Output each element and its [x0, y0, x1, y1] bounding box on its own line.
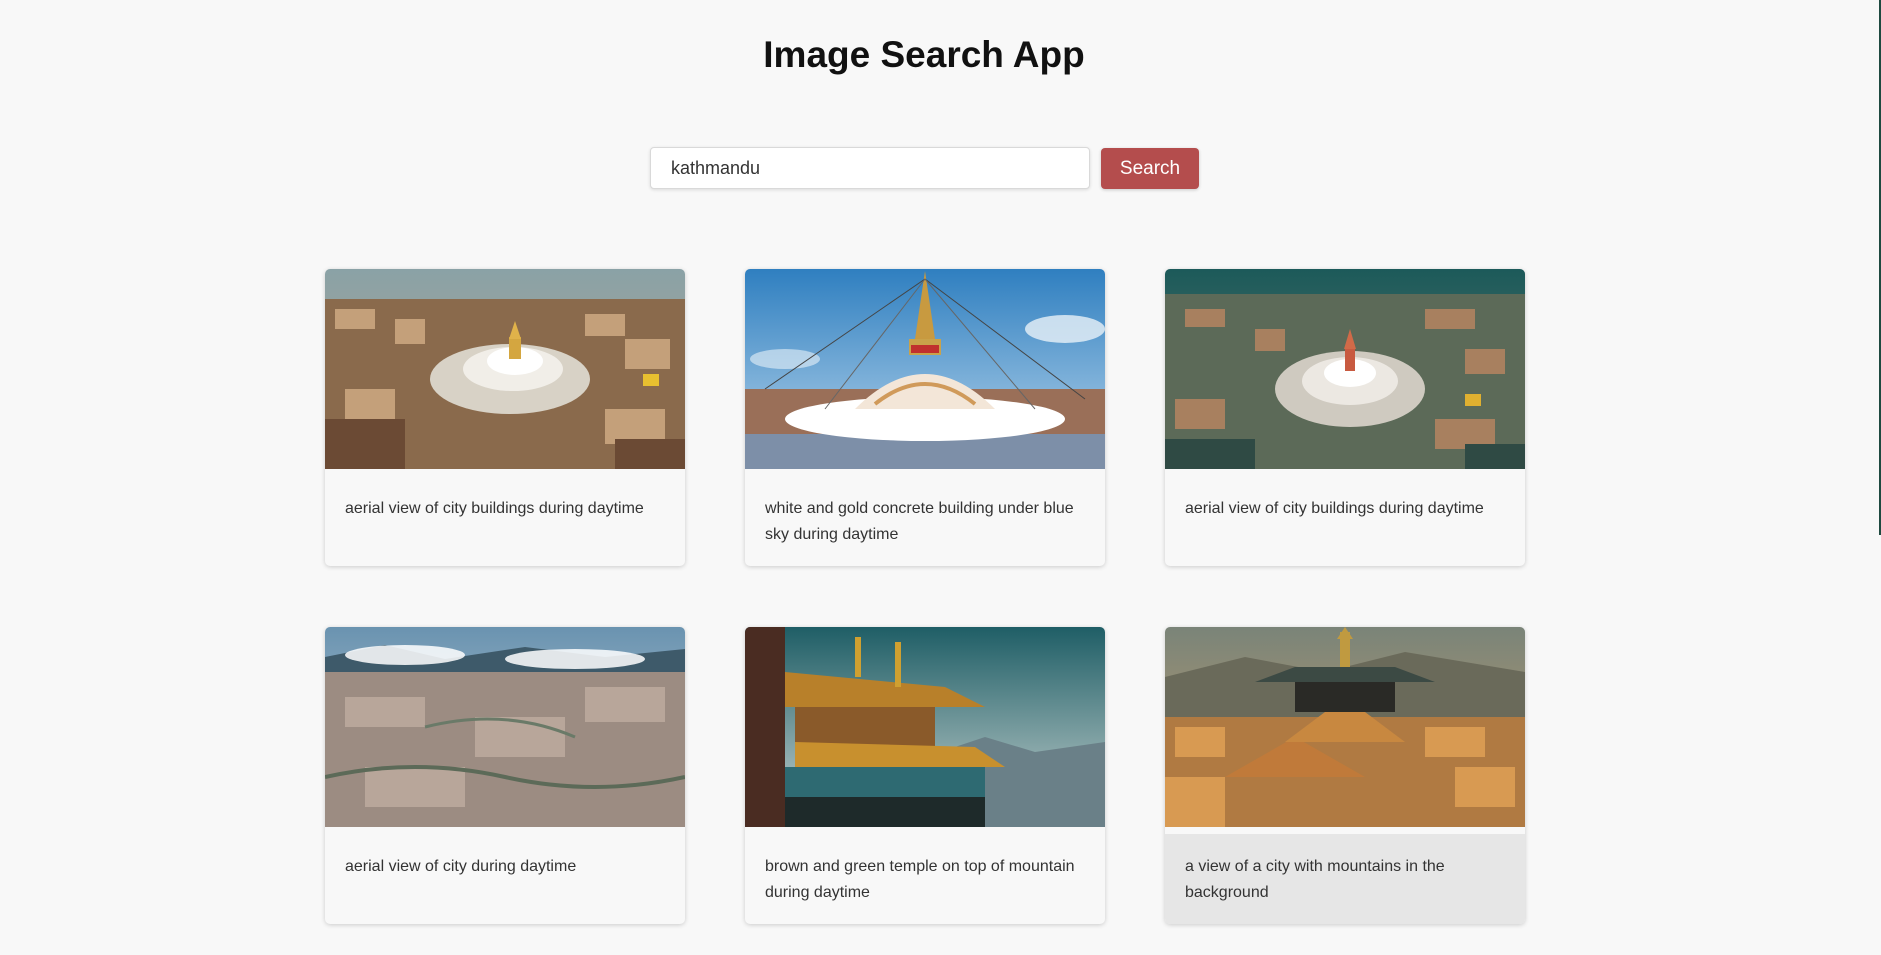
search-button[interactable]: Search — [1101, 148, 1199, 189]
result-card[interactable]: aerial view of city during daytime — [325, 627, 685, 924]
result-caption-area: aerial view of city during daytime — [325, 827, 685, 924]
result-card[interactable]: aerial view of city buildings during day… — [1165, 269, 1525, 566]
result-caption-area: a view of a city with mountains in the b… — [1165, 834, 1525, 924]
result-caption: brown and green temple on top of mountai… — [765, 858, 1075, 901]
result-image[interactable] — [1165, 627, 1525, 827]
result-caption-area: brown and green temple on top of mountai… — [745, 827, 1105, 924]
result-card[interactable]: brown and green temple on top of mountai… — [745, 627, 1105, 924]
result-caption: aerial view of city during daytime — [345, 858, 577, 875]
result-caption-area: aerial view of city buildings during day… — [325, 469, 685, 566]
result-image[interactable] — [325, 627, 685, 827]
result-image[interactable] — [1165, 269, 1525, 469]
page: Image Search App Search — [0, 0, 1881, 955]
result-image[interactable] — [745, 269, 1105, 469]
result-card[interactable]: a view of a city with mountains in the b… — [1165, 627, 1525, 924]
result-caption-area: white and gold concrete building under b… — [745, 469, 1105, 566]
result-image[interactable] — [745, 627, 1105, 827]
search-input[interactable] — [650, 147, 1090, 189]
result-caption: aerial view of city buildings during day… — [1185, 500, 1484, 517]
result-caption-area: aerial view of city buildings during day… — [1165, 469, 1525, 566]
page-title: Image Search App — [763, 34, 1085, 75]
result-image[interactable] — [325, 269, 685, 469]
result-caption: white and gold concrete building under b… — [765, 500, 1074, 543]
result-caption: a view of a city with mountains in the b… — [1185, 858, 1445, 901]
result-card[interactable]: white and gold concrete building under b… — [745, 269, 1105, 566]
result-card[interactable]: aerial view of city buildings during day… — [325, 269, 685, 566]
result-caption: aerial view of city buildings during day… — [345, 500, 644, 517]
